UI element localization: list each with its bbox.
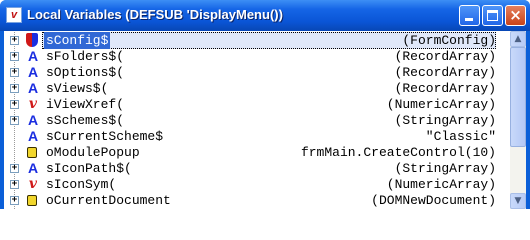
- variable-row[interactable]: + sConfig$ (FormConfig): [4, 32, 510, 49]
- string-icon: A: [27, 64, 39, 80]
- string-icon: A: [27, 48, 39, 64]
- variable-row[interactable]: + AsSchemes$( (StringArray): [4, 112, 510, 129]
- variable-row[interactable]: oModulePopup frmMain.CreateControl(10): [4, 144, 510, 161]
- maximize-icon: [487, 10, 498, 21]
- expand-icon[interactable]: +: [10, 84, 19, 93]
- title-bar[interactable]: v Local Variables (DEFSUB 'DisplayMenu()…: [0, 0, 530, 31]
- variable-name: sConfig$: [44, 32, 111, 49]
- variable-value: frmMain.CreateControl(10): [300, 145, 496, 160]
- variable-row[interactable]: AsCurrentScheme$ "Classic": [4, 128, 510, 145]
- variable-row[interactable]: + AsOptions$( (RecordArray): [4, 64, 510, 81]
- tree-line: [14, 128, 16, 145]
- variable-value: (NumericArray): [386, 177, 496, 192]
- variable-row[interactable]: + AsViews$( (RecordArray): [4, 80, 510, 97]
- variable-value: (DOMNewDocument): [371, 193, 496, 208]
- variable-row[interactable]: + v sIconSym( (NumericArray): [4, 176, 510, 193]
- expand-icon[interactable]: +: [10, 100, 19, 109]
- variable-name: iViewXref(: [46, 97, 125, 112]
- scrollbar-thumb[interactable]: [510, 47, 526, 147]
- string-icon: A: [27, 80, 39, 96]
- variable-value: (StringArray): [394, 113, 496, 128]
- variables-panel: + sConfig$ (FormConfig) + AsFolders$( (Record…: [4, 31, 526, 209]
- expand-icon[interactable]: +: [10, 196, 19, 205]
- string-icon: A: [27, 112, 39, 128]
- numeric-icon: v: [28, 176, 38, 192]
- variable-value: (FormConfig): [402, 33, 496, 48]
- variable-name: sSchemes$(: [46, 113, 125, 128]
- variable-name: oCurrentDocument: [46, 193, 171, 208]
- maximize-button[interactable]: [482, 5, 503, 26]
- variable-name: sIconSym(: [46, 177, 117, 192]
- variable-name: sViews$(: [46, 81, 109, 96]
- variable-value: (RecordArray): [394, 65, 496, 80]
- variable-value: (RecordArray): [394, 49, 496, 64]
- tree-line: [14, 144, 16, 161]
- vertical-scrollbar[interactable]: ▲ ▼: [510, 31, 526, 209]
- variable-value: (RecordArray): [394, 81, 496, 96]
- expand-icon[interactable]: +: [10, 36, 19, 45]
- variable-row[interactable]: + oCurrentDocument (DOMNewDocument): [4, 192, 510, 209]
- local-variables-window: v Local Variables (DEFSUB 'DisplayMenu()…: [0, 0, 530, 209]
- close-icon: ×: [509, 6, 522, 24]
- minimize-button[interactable]: [459, 5, 480, 26]
- variable-row[interactable]: + AsFolders$( (RecordArray): [4, 48, 510, 65]
- object-icon: [27, 195, 37, 206]
- string-icon: A: [27, 128, 39, 144]
- scroll-down-button[interactable]: ▼: [510, 193, 526, 209]
- expand-icon[interactable]: +: [10, 164, 19, 173]
- variable-name: sFolders$(: [46, 49, 125, 64]
- object-icon: [27, 147, 37, 158]
- variable-value: "Classic": [425, 129, 496, 144]
- variable-name: sCurrentScheme$: [46, 129, 164, 144]
- variables-list[interactable]: + sConfig$ (FormConfig) + AsFolders$( (Record…: [4, 31, 510, 209]
- app-icon: v: [6, 7, 22, 23]
- variable-name: sOptions$(: [46, 65, 125, 80]
- variable-name: sIconPath$(: [46, 161, 132, 176]
- window-title: Local Variables (DEFSUB 'DisplayMenu()): [27, 7, 283, 22]
- variable-name: oModulePopup: [46, 145, 140, 160]
- variable-value: (StringArray): [394, 161, 496, 176]
- scroll-up-button[interactable]: ▲: [510, 31, 526, 47]
- expand-icon[interactable]: +: [10, 68, 19, 77]
- variable-row[interactable]: + AsIconPath$( (StringArray): [4, 160, 510, 177]
- variable-value: (NumericArray): [386, 97, 496, 112]
- numeric-icon: v: [28, 96, 38, 112]
- expand-icon[interactable]: +: [10, 116, 19, 125]
- variable-row[interactable]: + v iViewXref( (NumericArray): [4, 96, 510, 113]
- string-icon: A: [27, 160, 39, 176]
- close-button[interactable]: ×: [505, 5, 526, 26]
- expand-icon[interactable]: +: [10, 180, 19, 189]
- minimize-icon: [465, 18, 473, 21]
- shield-icon: [26, 33, 38, 47]
- expand-icon[interactable]: +: [10, 52, 19, 61]
